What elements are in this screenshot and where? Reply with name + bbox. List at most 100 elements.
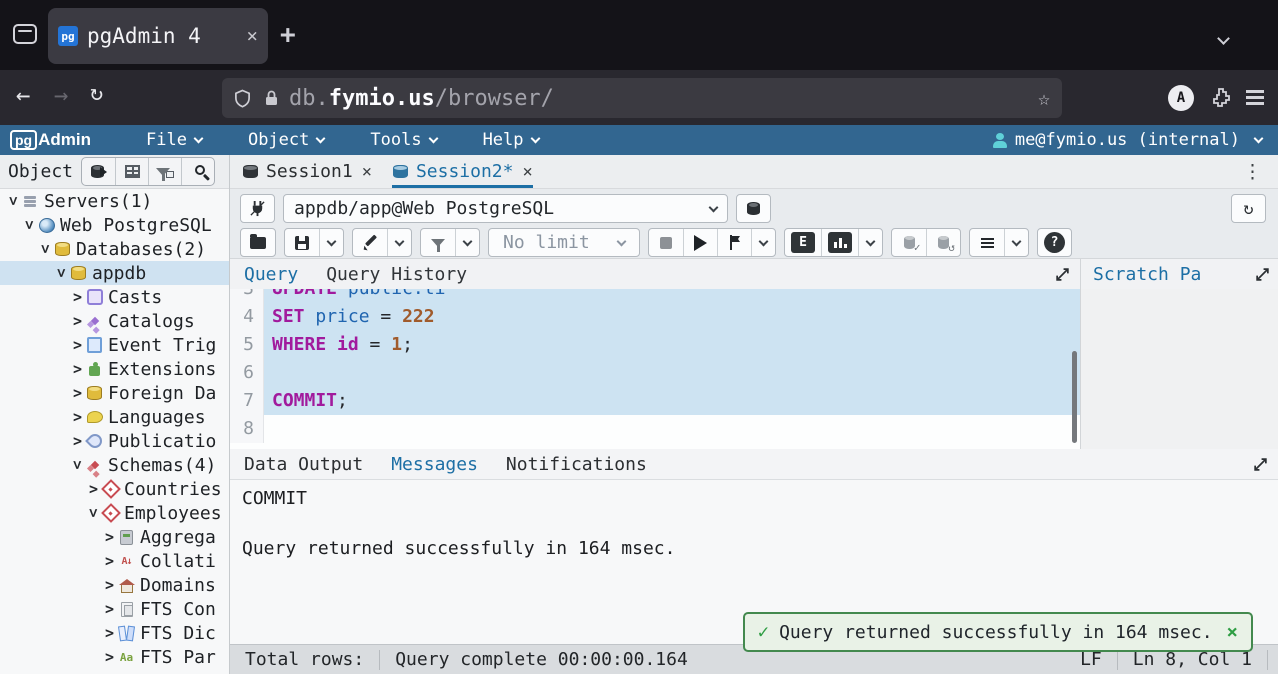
tab-messages[interactable]: Messages [391, 454, 478, 475]
expand-scratch-button[interactable] [1255, 267, 1270, 282]
expand-chevron-icon[interactable]: > [102, 624, 117, 642]
scratch-pad-body[interactable] [1081, 289, 1278, 449]
account-avatar[interactable]: A [1168, 85, 1194, 111]
filtered-rows-button[interactable] [148, 158, 181, 185]
menu-file[interactable]: File [146, 130, 204, 150]
tab-query-history[interactable]: Query History [326, 264, 467, 285]
tree-item-countries[interactable]: > Countries [0, 477, 229, 501]
tree-item-event-trig[interactable]: > Event Trig [0, 333, 229, 357]
close-tab-icon[interactable]: × [523, 162, 533, 182]
stop-button[interactable] [649, 229, 683, 256]
session-tab-session1[interactable]: Session1 × [242, 155, 372, 188]
collapse-chevron-icon[interactable]: > [69, 458, 87, 473]
menu-tools[interactable]: Tools [370, 130, 439, 150]
list-tabs-chevron-icon[interactable] [1217, 28, 1230, 47]
tree-item-catalogs[interactable]: > Catalogs [0, 309, 229, 333]
tree-item-fts-con[interactable]: > FTS Con [0, 597, 229, 621]
tree-item-fts-par[interactable]: > Aa FTS Par [0, 645, 229, 669]
tab-notifications[interactable]: Notifications [506, 454, 647, 475]
sql-editor[interactable]: 3UPDATE public.ti4SET price = 2225WHERE … [230, 289, 1080, 449]
url-bar[interactable]: db.fymio.us/browser/ ☆ [222, 78, 1062, 118]
user-menu[interactable]: me@fymio.us (internal) [992, 130, 1264, 150]
tree-item-appdb[interactable]: > appdb [0, 261, 229, 285]
save-options-button[interactable] [319, 229, 343, 256]
close-tab-icon[interactable]: × [362, 162, 372, 182]
save-file-button[interactable] [285, 229, 319, 256]
tree-item-schemas-4[interactable]: > Schemas(4) [0, 453, 229, 477]
edit-options-button[interactable] [387, 229, 411, 256]
help-button[interactable]: ? [1037, 228, 1072, 257]
expand-chevron-icon[interactable]: > [70, 288, 85, 306]
tree-item-aggrega[interactable]: > Aggrega [0, 525, 229, 549]
execute-button[interactable] [683, 229, 717, 256]
new-connection-button[interactable] [736, 194, 771, 223]
filter-options-button[interactable] [455, 229, 479, 256]
reload-button[interactable]: ↻ [90, 81, 103, 106]
tree-item-publicatio[interactable]: > Publicatio [0, 429, 229, 453]
tree-item-domains[interactable]: > Domains [0, 573, 229, 597]
tree-item-extensions[interactable]: > Extensions [0, 357, 229, 381]
expand-chevron-icon[interactable]: > [70, 408, 85, 426]
expand-chevron-icon[interactable]: > [102, 576, 117, 594]
explain-options-button[interactable] [858, 229, 882, 256]
extensions-puzzle-icon[interactable] [1210, 86, 1232, 108]
execute-menu-button[interactable] [751, 229, 775, 256]
session-tab-session2[interactable]: Session2* × [391, 155, 533, 188]
open-file-button[interactable] [241, 229, 275, 256]
tree-item-foreign-da[interactable]: > Foreign Da [0, 381, 229, 405]
bookmark-star-icon[interactable]: ☆ [1038, 86, 1050, 110]
expand-chevron-icon[interactable]: > [70, 360, 85, 378]
explain-analyze-button[interactable] [821, 229, 858, 256]
filter-button[interactable] [421, 229, 455, 256]
expand-chevron-icon[interactable]: > [102, 528, 117, 546]
hamburger-menu-icon[interactable] [1246, 90, 1264, 93]
expand-chevron-icon[interactable]: > [102, 648, 117, 666]
expand-output-button[interactable] [1253, 457, 1268, 472]
expand-editor-button[interactable] [1055, 267, 1070, 282]
menu-object[interactable]: Object [248, 130, 326, 150]
close-tab-icon[interactable]: × [247, 25, 258, 47]
tree-item-fts-dic[interactable]: > FTS Dic [0, 621, 229, 645]
expand-chevron-icon[interactable]: > [102, 600, 117, 618]
expand-chevron-icon[interactable]: > [70, 384, 85, 402]
expand-chevron-icon[interactable]: > [86, 480, 101, 498]
execute-options-button[interactable] [717, 229, 751, 256]
back-button[interactable]: ← [16, 81, 30, 109]
new-tab-button[interactable]: + [280, 20, 296, 50]
menu-help[interactable]: Help [483, 130, 540, 150]
tree-item-employees[interactable]: > Employees [0, 501, 229, 525]
tree-item-languages[interactable]: > Languages [0, 405, 229, 429]
rows-limit-select[interactable]: No limit [488, 228, 640, 257]
tab-data-output[interactable]: Data Output [244, 454, 363, 475]
tree-item-casts[interactable]: > Casts [0, 285, 229, 309]
reset-layout-button[interactable]: ↻ [1231, 194, 1266, 223]
expand-chevron-icon[interactable]: > [70, 336, 85, 354]
explain-button[interactable]: E [785, 229, 821, 256]
editor-scrollbar[interactable] [1072, 351, 1077, 443]
tree-item-web-postgresql[interactable]: > Web PostgreSQL [0, 213, 229, 237]
tree-item-databases-2[interactable]: > Databases(2) [0, 237, 229, 261]
tab-query[interactable]: Query [244, 264, 298, 285]
tree-item-servers-1[interactable]: > Servers(1) [0, 189, 229, 213]
edit-button[interactable] [353, 229, 387, 256]
collapse-chevron-icon[interactable]: > [37, 242, 55, 257]
browser-tab-pgadmin[interactable]: pg pgAdmin 4 × [48, 8, 268, 64]
view-data-button[interactable] [115, 158, 148, 185]
shield-icon[interactable] [234, 89, 251, 108]
rollback-button[interactable]: ↺ [926, 229, 960, 256]
close-toast-icon[interactable]: × [1227, 621, 1238, 643]
macros-button[interactable] [970, 229, 1004, 256]
expand-chevron-icon[interactable]: > [70, 432, 85, 450]
collapse-chevron-icon[interactable]: > [21, 218, 39, 233]
browser-view-button[interactable] [10, 20, 40, 48]
search-objects-button[interactable] [181, 158, 214, 185]
lock-icon[interactable] [264, 89, 279, 107]
query-tool-button[interactable] [82, 158, 115, 185]
connection-select[interactable]: appdb/app@Web PostgreSQL [283, 194, 728, 223]
expand-chevron-icon[interactable]: > [102, 552, 117, 570]
collapse-chevron-icon[interactable]: > [53, 266, 71, 281]
forward-button[interactable]: → [54, 81, 68, 109]
tree-item-collati[interactable]: > A↓ Collati [0, 549, 229, 573]
commit-button[interactable]: ✓ [892, 229, 926, 256]
panel-overflow-menu[interactable]: ⋮ [1243, 161, 1262, 183]
